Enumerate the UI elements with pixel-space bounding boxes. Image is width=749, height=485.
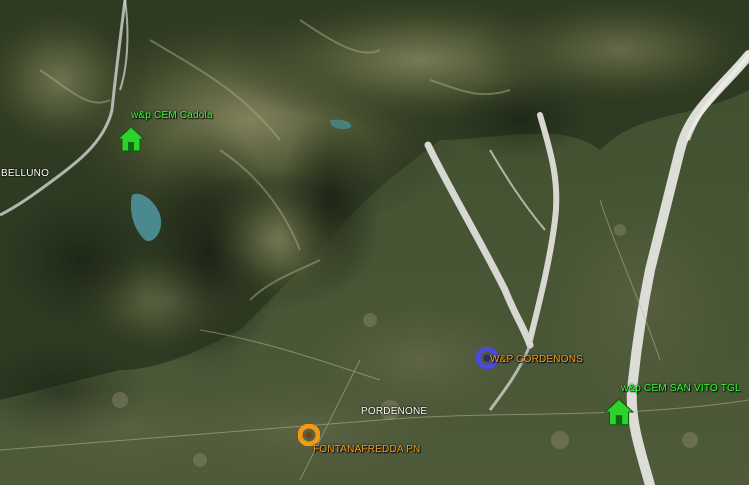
site-label-fontanafredda: FONTANAFREDDA PN: [313, 444, 421, 455]
green-house-icon: [603, 398, 635, 426]
city-label-pordenone: PORDENONE: [361, 406, 428, 417]
site-label-san-vito: w&p CEM SAN VITO TGL: [621, 383, 741, 394]
site-marker-san-vito[interactable]: [603, 397, 635, 432]
green-house-icon: [116, 126, 146, 152]
satellite-map[interactable]: BELLUNO PORDENONE w&p CEM Cadola W&P COR…: [0, 0, 749, 485]
orange-circle-icon: [297, 423, 321, 447]
city-label-belluno: BELLUNO: [1, 168, 50, 179]
site-label-cadola: w&p CEM Cadola: [131, 110, 213, 121]
site-marker-cadola[interactable]: [116, 125, 146, 158]
site-label-cordenons: W&P CORDENONS: [490, 354, 583, 365]
